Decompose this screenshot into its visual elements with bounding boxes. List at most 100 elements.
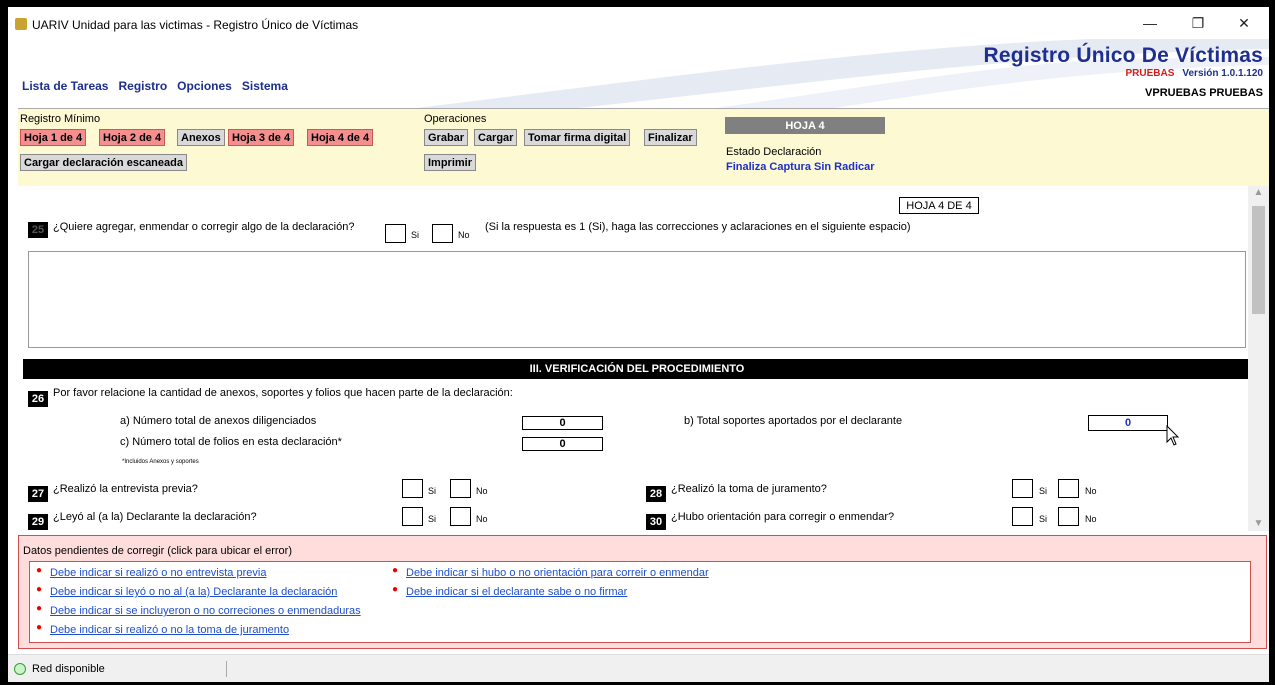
environment-label: PRUEBAS [1125, 68, 1175, 79]
brand-block: Registro Único De Víctimas PRUEBAS Versió… [984, 44, 1263, 99]
error-bullet-icon: ● [36, 622, 43, 633]
anexos-diligenciados-label: a) Número total de anexos diligenciados [120, 415, 317, 427]
network-status-text: Red disponible [32, 663, 105, 675]
q27-no-checkbox[interactable] [450, 479, 471, 498]
error-link-leyo[interactable]: Debe indicar si leyó o no al (a la) Decl… [50, 586, 337, 598]
title-bar: UARIV Unidad para las victimas - Registr… [8, 7, 1269, 39]
error-bullet-icon: ● [392, 584, 399, 595]
q25-si-label: Si [411, 230, 420, 240]
q27-no-label: No [476, 486, 488, 496]
error-link-entrevista[interactable]: Debe indicar si realizó o no entrevista … [50, 567, 266, 579]
question-number-27: 27 [28, 486, 48, 502]
q28-si-label: Si [1039, 486, 1048, 496]
q30-no-label: No [1085, 514, 1097, 524]
scroll-down-icon[interactable]: ▼ [1253, 519, 1264, 529]
soportes-aportados-label: b) Total soportes aportados por el decla… [684, 415, 903, 427]
app-window: UARIV Unidad para las victimas - Registr… [8, 7, 1269, 682]
q25-si-checkbox[interactable] [385, 224, 406, 243]
app-logo-icon [15, 18, 27, 30]
q27-si-checkbox[interactable] [402, 479, 423, 498]
cargar-button[interactable]: Cargar [474, 129, 518, 146]
grabar-button[interactable]: Grabar [424, 129, 469, 146]
operaciones-label: Operaciones [424, 113, 487, 125]
question-27-text: ¿Realizó la entrevista previa? [53, 483, 198, 495]
mouse-pointer-icon [1166, 425, 1180, 446]
brand-title: Registro Único De Víctimas [983, 44, 1263, 67]
content-scrollbar[interactable]: ▲ ▼ [1248, 186, 1269, 531]
q28-no-checkbox[interactable] [1058, 479, 1079, 498]
toolbar-panel: Registro Mínimo Hoja 1 de 4 Hoja 2 de 4 … [18, 108, 1269, 187]
correcciones-textarea[interactable] [28, 251, 1246, 348]
q25-no-checkbox[interactable] [432, 224, 453, 243]
q29-no-checkbox[interactable] [450, 507, 471, 526]
error-link-orientacion[interactable]: Debe indicar si hubo o no orientación pa… [406, 567, 709, 579]
anexos-button[interactable]: Anexos [177, 129, 225, 146]
question-28-text: ¿Realizó la toma de juramento? [671, 483, 827, 495]
error-link-correcciones[interactable]: Debe indicar si se incluyeron o no corre… [50, 605, 361, 617]
q30-no-checkbox[interactable] [1058, 507, 1079, 526]
hoja-4-button[interactable]: Hoja 4 de 4 [307, 129, 374, 146]
question-number-26: 26 [28, 391, 48, 407]
error-link-firmar[interactable]: Debe indicar si el declarante sabe o no … [406, 586, 627, 598]
error-bullet-icon: ● [36, 603, 43, 614]
q25-no-label: No [458, 230, 470, 240]
minimize-button[interactable]: — [1130, 11, 1170, 35]
errors-list: ● Debe indicar si realizó o no entrevist… [29, 561, 1251, 643]
hoja-2-button[interactable]: Hoja 2 de 4 [99, 129, 166, 146]
imprimir-button[interactable]: Imprimir [424, 154, 477, 171]
scroll-thumb[interactable] [1252, 206, 1265, 314]
restore-button[interactable]: ❐ [1178, 11, 1218, 35]
menu-lista-de-tareas[interactable]: Lista de Tareas [22, 79, 108, 93]
scroll-up-icon[interactable]: ▲ [1253, 188, 1264, 198]
error-bullet-icon: ● [36, 565, 43, 576]
q28-si-checkbox[interactable] [1012, 479, 1033, 498]
question-number-30: 30 [646, 514, 666, 530]
status-bar: Red disponible [8, 654, 1269, 682]
anexos-diligenciados-field[interactable]: 0 [522, 416, 603, 430]
estado-declaracion-value: Finaliza Captura Sin Radicar [726, 161, 875, 173]
finalizar-button[interactable]: Finalizar [644, 129, 697, 146]
q28-no-label: No [1085, 486, 1097, 496]
q30-si-label: Si [1039, 514, 1048, 524]
question-number-29: 29 [28, 514, 48, 530]
question-26-text: Por favor relacione la cantidad de anexo… [53, 387, 513, 399]
soportes-aportados-field[interactable]: 0 [1088, 415, 1168, 431]
menu-sistema[interactable]: Sistema [242, 79, 288, 93]
hoja-1-button[interactable]: Hoja 1 de 4 [20, 129, 87, 146]
estado-declaracion-label: Estado Declaración [726, 146, 822, 158]
question-30-text: ¿Hubo orientación para corregir o enmend… [671, 511, 895, 523]
registro-minimo-label: Registro Mínimo [20, 113, 101, 125]
q29-si-label: Si [428, 514, 437, 524]
brand-env-line: PRUEBAS Versión 1.0.1.120 [984, 68, 1263, 79]
hoja-banner: HOJA 4 [725, 117, 885, 134]
question-25-note: (Si la respuesta es 1 (Si), haga las cor… [485, 221, 911, 233]
menu-registro[interactable]: Registro [118, 79, 167, 93]
errors-panel: Datos pendientes de corregir (click para… [18, 535, 1267, 649]
error-bullet-icon: ● [392, 565, 399, 576]
q30-si-checkbox[interactable] [1012, 507, 1033, 526]
close-button[interactable]: ✕ [1224, 11, 1264, 35]
folios-declaracion-field[interactable]: 0 [522, 437, 603, 451]
hoja-3-button[interactable]: Hoja 3 de 4 [228, 129, 295, 146]
errors-title: Datos pendientes de corregir (click para… [23, 545, 293, 557]
question-25-text: ¿Quiere agregar, enmendar o corregir alg… [53, 221, 355, 233]
q29-no-label: No [476, 514, 488, 524]
cargar-declaracion-button[interactable]: Cargar declaración escaneada [20, 154, 187, 171]
tomar-firma-digital-button[interactable]: Tomar firma digital [524, 129, 631, 146]
version-label: Versión 1.0.1.120 [1182, 68, 1263, 79]
network-status-icon [14, 663, 26, 675]
form-content: HOJA 4 DE 4 25 ¿Quiere agregar, enmendar… [18, 186, 1258, 531]
section-title-verificacion: III. VERIFICACIÓN DEL PROCEDIMIENTO [23, 359, 1251, 379]
user-label: VPRUEBAS PRUEBAS [1145, 87, 1263, 99]
question-number-25: 25 [28, 222, 48, 238]
question-number-28: 28 [646, 486, 666, 502]
q27-si-label: Si [428, 486, 437, 496]
menu-bar: Lista de Tareas Registro Opciones Sistem… [22, 79, 288, 93]
q29-si-checkbox[interactable] [402, 507, 423, 526]
status-separator [226, 661, 227, 677]
menu-opciones[interactable]: Opciones [177, 79, 232, 93]
question-29-text: ¿Leyó al (a la) Declarante la declaració… [53, 511, 257, 523]
window-title: UARIV Unidad para las victimas - Registr… [32, 18, 359, 32]
hoja-page-indicator: HOJA 4 DE 4 [899, 197, 979, 214]
error-link-juramento[interactable]: Debe indicar si realizó o no la toma de … [50, 624, 289, 636]
